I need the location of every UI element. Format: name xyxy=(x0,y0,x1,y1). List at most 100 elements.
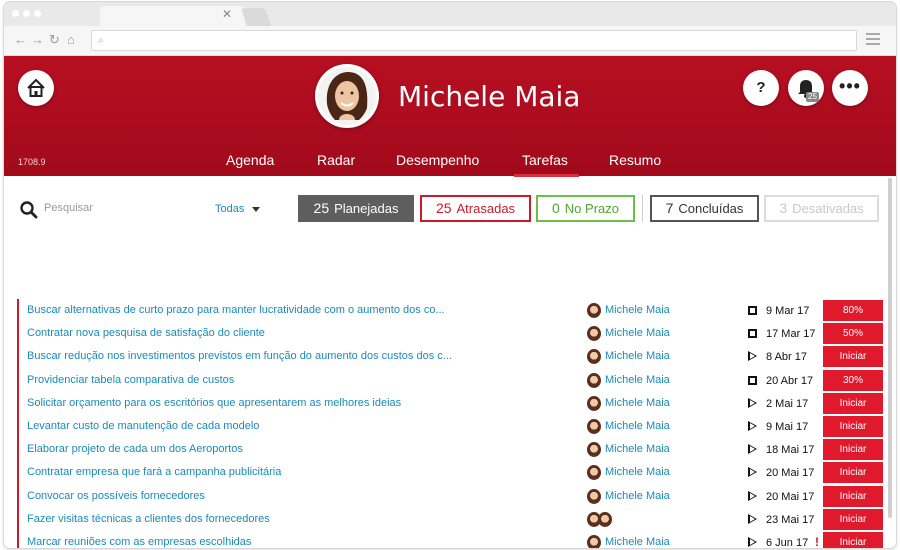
responsible-name[interactable]: Michele Maia xyxy=(605,350,670,362)
address-bar[interactable]: ⌕ xyxy=(91,30,857,51)
notifications-button[interactable]: 25 xyxy=(788,70,824,106)
planejadas-count: 25 xyxy=(313,200,330,216)
tab-resumo[interactable]: Resumo xyxy=(609,152,661,168)
play-icon[interactable] xyxy=(748,444,757,455)
user-avatar[interactable] xyxy=(315,64,379,128)
window-maximize-dot[interactable] xyxy=(34,10,41,17)
scrollbar[interactable] xyxy=(888,178,892,518)
filter-desativadas[interactable]: 3 Desativadas xyxy=(764,195,879,222)
atrasadas-count: 25 xyxy=(435,200,452,216)
task-row[interactable]: Convocar os possíveis fornecedores Michel… xyxy=(17,484,883,508)
task-row[interactable]: Buscar alternativas de curto prazo para … xyxy=(17,299,883,323)
task-row[interactable]: Fazer visitas técnicas a clientes dos fo… xyxy=(17,507,883,531)
task-action-button[interactable]: 50% xyxy=(823,323,883,345)
tab-radar[interactable]: Radar xyxy=(317,152,355,168)
responsible-name[interactable]: Michele Maia xyxy=(605,466,670,478)
play-icon[interactable] xyxy=(748,536,757,547)
reload-icon[interactable]: ↻ xyxy=(49,33,60,47)
task-row[interactable]: Providenciar tabela comparativa de custo… xyxy=(17,368,883,392)
task-action-button[interactable]: Iniciar xyxy=(823,485,883,507)
no-prazo-label: No Prazo xyxy=(564,201,619,216)
task-action-button[interactable]: Iniciar xyxy=(823,462,883,484)
stop-square-icon[interactable] xyxy=(748,306,757,315)
filter-dropdown[interactable]: Todas xyxy=(215,203,244,215)
back-icon[interactable]: ← xyxy=(14,33,27,47)
filter-planejadas[interactable]: 25 Planejadas xyxy=(298,195,414,222)
play-icon[interactable] xyxy=(748,351,757,362)
version-label: 1708.9 xyxy=(18,157,46,167)
task-title[interactable]: Buscar alternativas de curto prazo para … xyxy=(27,304,445,316)
task-row[interactable]: Contratar empresa que fará a campanha pu… xyxy=(17,461,883,485)
responsible-name[interactable]: Michele Maia xyxy=(605,397,670,409)
task-due-date: 9 Mai 17 xyxy=(766,420,809,433)
search-icon[interactable] xyxy=(19,200,39,220)
more-button[interactable]: ••• xyxy=(832,70,868,106)
responsible-name[interactable]: Michele Maia xyxy=(605,304,670,316)
task-action-button[interactable]: Iniciar xyxy=(823,392,883,414)
task-title[interactable]: Marcar reuniões com as empresas escolhid… xyxy=(27,536,251,548)
task-title[interactable]: Elaborar projeto de cada um dos Aeroport… xyxy=(27,443,243,455)
task-title[interactable]: Fazer visitas técnicas a clientes dos fo… xyxy=(27,513,270,525)
responsible-name[interactable]: Michele Maia xyxy=(605,443,670,455)
stop-square-icon[interactable] xyxy=(748,375,757,385)
play-icon[interactable] xyxy=(748,397,757,408)
atrasadas-label: Atrasadas xyxy=(456,201,516,216)
play-icon[interactable] xyxy=(748,467,757,478)
stop-square-icon[interactable] xyxy=(748,329,757,339)
task-row[interactable]: Elaborar projeto de cada um dos Aeroport… xyxy=(17,438,883,462)
filter-no-prazo[interactable]: 0 No Prazo xyxy=(536,195,635,222)
task-due-date: 2 Mai 17 xyxy=(766,397,809,410)
browser-menu-icon[interactable] xyxy=(866,33,880,45)
chevron-down-icon[interactable] xyxy=(252,207,260,212)
task-due-date: 20 Abr 17 xyxy=(766,374,814,387)
task-action-button[interactable]: Iniciar xyxy=(823,346,883,368)
task-action-button[interactable]: Iniciar xyxy=(823,531,883,548)
responsible-name[interactable]: Michele Maia xyxy=(605,420,670,432)
window-minimize-dot[interactable] xyxy=(23,10,30,17)
tab-close-icon[interactable]: ✕ xyxy=(222,6,232,22)
forward-icon[interactable]: → xyxy=(31,33,44,47)
filter-atrasadas[interactable]: 25 Atrasadas xyxy=(420,195,531,222)
home-button[interactable] xyxy=(18,70,54,106)
help-button[interactable]: ? xyxy=(743,70,779,106)
responsible-name[interactable]: Michele Maia xyxy=(605,490,670,502)
task-title[interactable]: Contratar nova pesquisa de satisfação do… xyxy=(27,327,265,339)
play-icon[interactable] xyxy=(748,490,757,501)
play-icon[interactable] xyxy=(748,513,757,524)
filter-concluidas[interactable]: 7 Concluídas xyxy=(650,195,759,222)
task-title[interactable]: Levantar custo de manutenção de cada mod… xyxy=(27,420,259,432)
task-row[interactable]: Contratar nova pesquisa de satisfação do… xyxy=(17,322,883,346)
responsible-name[interactable]: Michele Maia xyxy=(605,536,670,548)
task-title[interactable]: Solicitar orçamento para os escritórios … xyxy=(27,397,401,409)
task-action-button[interactable]: Iniciar xyxy=(823,415,883,437)
task-due-date: 6 Jun 17 xyxy=(766,536,809,548)
task-action-button[interactable]: 80% xyxy=(823,300,883,321)
home-browser-icon[interactable]: ⌂ xyxy=(67,33,75,47)
tab-tarefas[interactable]: Tarefas xyxy=(522,152,568,168)
avatar xyxy=(587,349,601,365)
window-close-dot[interactable] xyxy=(12,10,19,17)
task-row[interactable]: Marcar reuniões com as empresas escolhid… xyxy=(17,530,883,548)
task-row[interactable]: Levantar custo de manutenção de cada mod… xyxy=(17,414,883,439)
search-input[interactable] xyxy=(44,202,194,214)
task-title[interactable]: Buscar redução nos investimentos previst… xyxy=(27,350,452,362)
tab-agenda[interactable]: Agenda xyxy=(226,152,274,168)
responsible-name[interactable]: Michele Maia xyxy=(605,327,670,339)
desativadas-count: 3 xyxy=(779,200,788,216)
responsible-name[interactable]: Michele Maia xyxy=(605,374,670,386)
task-title[interactable]: Providenciar tabela comparativa de custo… xyxy=(27,374,234,386)
task-action-button[interactable]: 30% xyxy=(823,369,883,391)
tab-desempenho[interactable]: Desempenho xyxy=(396,152,479,168)
new-tab-button[interactable] xyxy=(240,8,272,26)
task-action-button[interactable]: Iniciar xyxy=(823,508,883,530)
play-icon[interactable] xyxy=(748,420,757,431)
user-name: Michele Maia xyxy=(398,80,581,113)
task-row[interactable]: Solicitar orçamento para os escritórios … xyxy=(17,391,883,415)
avatar xyxy=(598,511,612,527)
task-title[interactable]: Convocar os possíveis fornecedores xyxy=(27,490,205,502)
task-due-date: 20 Mai 17 xyxy=(766,490,815,503)
task-row[interactable]: Buscar redução nos investimentos previst… xyxy=(17,345,883,369)
task-due-date: 18 Mai 17 xyxy=(766,444,815,457)
task-action-button[interactable]: Iniciar xyxy=(823,439,883,461)
task-title[interactable]: Contratar empresa que fará a campanha pu… xyxy=(27,466,281,478)
